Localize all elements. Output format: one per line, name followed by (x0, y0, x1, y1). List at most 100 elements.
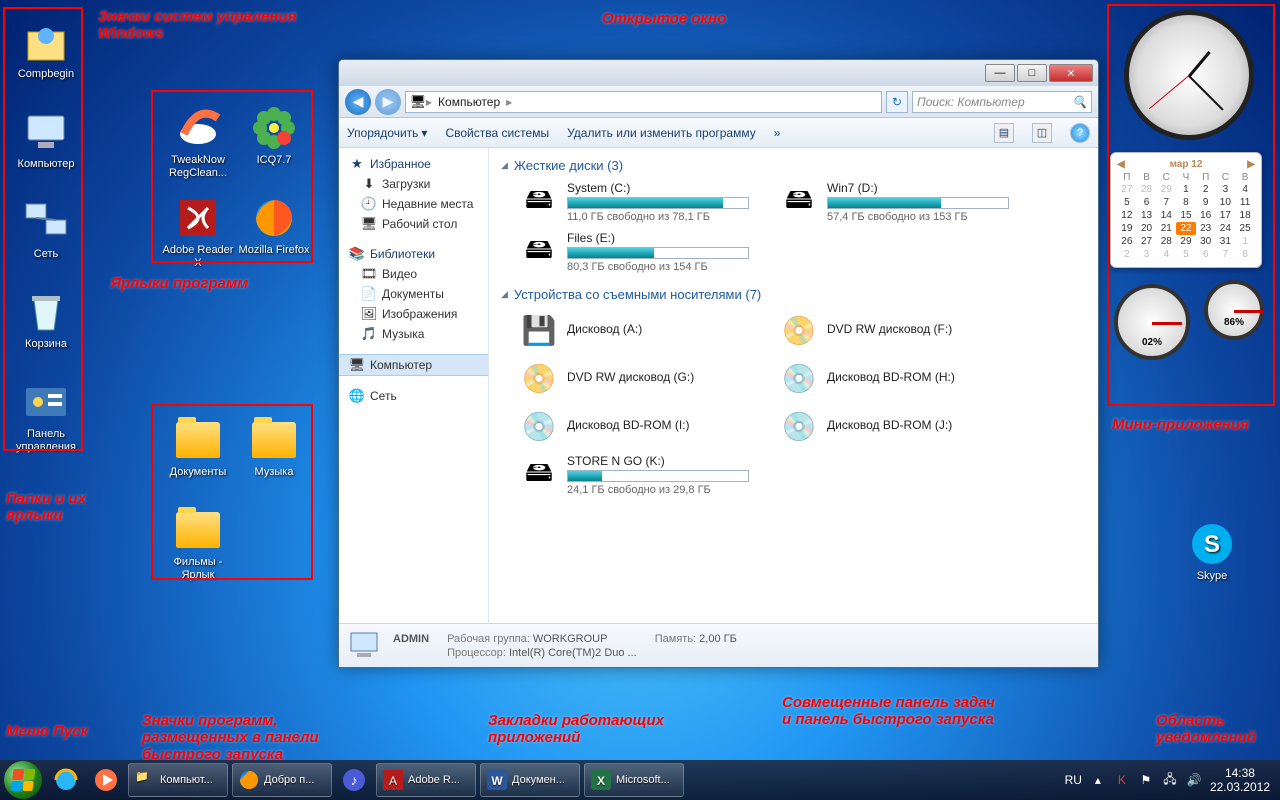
folder-icon (252, 422, 296, 458)
sidebar-computer[interactable]: 🖥Компьютер (339, 354, 488, 376)
sidebar-pictures[interactable]: 🖼Изображения (339, 304, 488, 324)
excel-icon: X (591, 770, 611, 790)
windows-logo-icon (10, 769, 35, 791)
desktop-icon-network[interactable]: Сеть (10, 198, 82, 261)
minimize-button[interactable]: — (985, 64, 1015, 82)
taskbar: 📁Компьют... Добро п... ♪ AAdobe R... WДо… (0, 760, 1280, 800)
callout-folders: Папки и их ярлыки (6, 490, 96, 524)
tray-show-hidden-icon[interactable]: ▴ (1090, 772, 1106, 788)
cpu-meter-gadget[interactable]: 02% 86% (1114, 280, 1264, 360)
explorer-window: — □ ✕ ◀ ▶ 🖥 ▸ Компьютер ▸ ↻ Поиск: Компь… (338, 59, 1099, 668)
nav-back-button[interactable]: ◀ (345, 89, 371, 115)
sidebar-music[interactable]: 🎵Музыка (339, 324, 488, 344)
drive-bd-h[interactable]: 💿Дисковод BD-ROM (H:) (779, 358, 1009, 398)
desktop-icon-firefox[interactable]: Mozilla Firefox (238, 194, 310, 257)
sidebar-documents[interactable]: 📄Документы (339, 284, 488, 304)
clock-gadget[interactable] (1124, 10, 1254, 140)
user-folder-icon (22, 18, 70, 66)
task-word[interactable]: WДокумен... (480, 763, 580, 797)
prev-month-icon[interactable]: ◀ (1117, 159, 1125, 170)
next-month-icon[interactable]: ▶ (1247, 159, 1255, 170)
callout-quicklaunch: Значки программ, размещенных в панели бы… (142, 712, 382, 763)
desktop-icon-computer[interactable]: Компьютер (10, 108, 82, 171)
nav-forward-button[interactable]: ▶ (375, 89, 401, 115)
desktop-icon-icq[interactable]: ICQ7.7 (238, 104, 310, 167)
desktop-icon-tweaknow[interactable]: TweakNow RegClean... (162, 104, 234, 180)
sidebar-desktop[interactable]: 🖥Рабочий стол (339, 214, 488, 234)
quicklaunch-wmp[interactable] (86, 763, 126, 797)
tray-clock[interactable]: 14:3822.03.2012 (1210, 766, 1270, 794)
callout-start: Меню Пуск (6, 723, 88, 740)
drive-storengo[interactable]: 🖴STORE N GO (K:)24,1 ГБ свободно из 29,8… (519, 454, 749, 496)
quicklaunch-ie[interactable] (46, 763, 86, 797)
bd-icon: 💿 (779, 358, 819, 398)
drive-files[interactable]: 🖴Files (E:)80,3 ГБ свободно из 154 ГБ (519, 231, 749, 273)
toolbar-organize[interactable]: Упорядочить ▾ (347, 126, 427, 140)
svg-text:A: A (389, 774, 397, 788)
maximize-button[interactable]: □ (1017, 64, 1047, 82)
desktop-icon-skype[interactable]: SSkype (1176, 520, 1248, 583)
view-button[interactable]: ▤ (994, 123, 1014, 143)
drive-win7[interactable]: 🖴Win7 (D:)57,4 ГБ свободно из 153 ГБ (779, 181, 1009, 223)
computer-icon: 🖥 (349, 357, 365, 373)
calendar-gadget[interactable]: ◀мар 12▶ ПВСЧПСВ272829123456789101112131… (1110, 152, 1262, 268)
tray-volume-icon[interactable]: 🔊 (1186, 772, 1202, 788)
sidebar-recent[interactable]: 🕘Недавние места (339, 194, 488, 214)
sidebar-network[interactable]: 🌐Сеть (339, 386, 488, 406)
sidebar-downloads[interactable]: ⬇Загрузки (339, 174, 488, 194)
desktop-icon-music[interactable]: Музыка (238, 416, 310, 479)
desktop-icon-films[interactable]: Фильмы - Ярлык (162, 506, 234, 582)
recycle-bin-icon (22, 288, 70, 336)
quicklaunch-itunes[interactable]: ♪ (334, 763, 374, 797)
toolbar-uninstall[interactable]: Удалить или изменить программу (567, 126, 756, 140)
callout-taskbar-combo: Совмещенные панель задач и панель быстро… (782, 694, 1002, 728)
toolbar-more[interactable]: » (774, 126, 781, 140)
help-button[interactable]: ? (1070, 123, 1090, 143)
desktop-icon-recycle[interactable]: Корзина (10, 288, 82, 351)
tray-kaspersky-icon[interactable]: K (1114, 772, 1130, 788)
drive-floppy[interactable]: 💾Дисковод (A:) (519, 310, 749, 350)
breadcrumb-computer[interactable]: Компьютер (432, 95, 506, 109)
toolbar-sysprops[interactable]: Свойства системы (445, 126, 549, 140)
desktop-icon-cpanel[interactable]: Панель управления (10, 378, 82, 454)
search-input[interactable]: Поиск: Компьютер🔍 (912, 91, 1092, 113)
task-excel[interactable]: XMicrosoft... (584, 763, 684, 797)
address-bar[interactable]: 🖥 ▸ Компьютер ▸ (405, 91, 882, 113)
itunes-icon: ♪ (341, 767, 367, 793)
sidebar-video[interactable]: 🎞Видео (339, 264, 488, 284)
dvd-icon: 📀 (779, 310, 819, 350)
preview-pane-button[interactable]: ◫ (1032, 123, 1052, 143)
network-icon (22, 198, 70, 246)
task-firefox[interactable]: Добро п... (232, 763, 332, 797)
drive-dvdrw-f[interactable]: 📀DVD RW дисковод (F:) (779, 310, 1009, 350)
close-button[interactable]: ✕ (1049, 64, 1093, 82)
music-icon: 🎵 (361, 326, 377, 342)
sidebar-libraries[interactable]: 📚Библиотеки (339, 244, 488, 264)
tray-lang[interactable]: RU (1065, 773, 1082, 787)
drive-dvdrw-g[interactable]: 📀DVD RW дисковод (G:) (519, 358, 749, 398)
firefox-icon (239, 770, 259, 790)
sidebar-favorites[interactable]: ★Избранное (339, 154, 488, 174)
section-removable[interactable]: Устройства со съемными носителями (7) (501, 283, 1086, 306)
refresh-button[interactable]: ↻ (886, 91, 908, 113)
task-computer[interactable]: 📁Компьют... (128, 763, 228, 797)
drive-system[interactable]: 🖴System (C:)11,0 ГБ свободно из 78,1 ГБ (519, 181, 749, 223)
tray-flag-icon[interactable]: ⚑ (1138, 772, 1154, 788)
floppy-icon: 💾 (519, 310, 559, 350)
desktop-icon-compbegin[interactable]: Compbegin (10, 18, 82, 81)
hdd-icon: 🖴 (519, 182, 559, 222)
desktop-icon-adobe[interactable]: Adobe Reader X (162, 194, 234, 270)
tray-network-icon[interactable]: 🖧 (1162, 772, 1178, 788)
toolbar: Упорядочить ▾ Свойства системы Удалить и… (339, 118, 1098, 148)
hdd-icon: 🖴 (779, 182, 819, 222)
drive-bd-j[interactable]: 💿Дисковод BD-ROM (J:) (779, 406, 1009, 446)
section-hdd[interactable]: Жесткие диски (3) (501, 154, 1086, 177)
start-button[interactable] (4, 761, 42, 799)
titlebar[interactable]: — □ ✕ (339, 60, 1098, 86)
system-tray: RU ▴ K ⚑ 🖧 🔊 14:3822.03.2012 (1065, 766, 1276, 794)
task-adobe[interactable]: AAdobe R... (376, 763, 476, 797)
cpu-gauge: 02% (1114, 284, 1190, 360)
content-pane: Жесткие диски (3) 🖴System (C:)11,0 ГБ св… (489, 148, 1098, 623)
desktop-icon-documents[interactable]: Документы (162, 416, 234, 479)
drive-bd-i[interactable]: 💿Дисковод BD-ROM (I:) (519, 406, 749, 446)
